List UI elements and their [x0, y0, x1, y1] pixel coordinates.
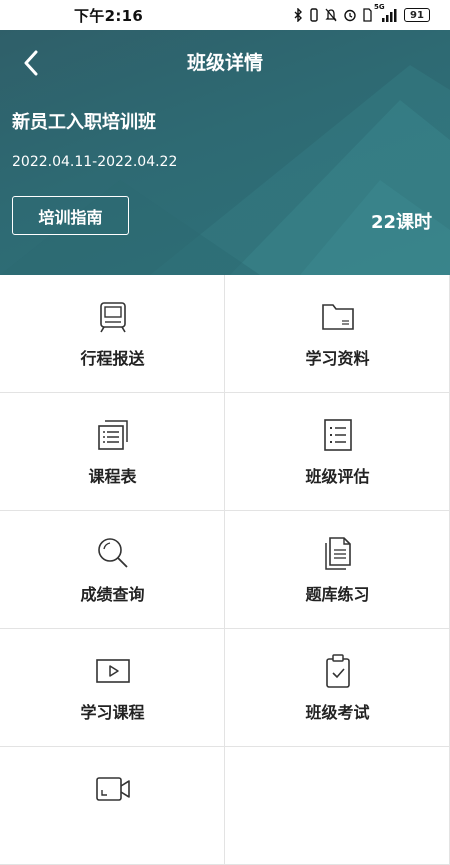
menu-item-study-materials[interactable]: 学习资料 [225, 275, 450, 393]
signal-icon: 5G [374, 3, 398, 22]
menu-item-label: 学习资料 [305, 349, 370, 368]
training-guide-button[interactable]: 培训指南 [12, 196, 129, 235]
class-hours: 22课时 [370, 212, 432, 233]
status-icons: 5G 91 [294, 3, 430, 22]
status-time: 下午2:16 [74, 6, 144, 25]
class-header-banner: 班级详情 新员工入职培训班 2022.04.11-2022.04.22 培训指南… [0, 30, 450, 275]
battery-level: 91 [410, 9, 424, 21]
folder-icon [321, 304, 354, 330]
menu-item-label: 班级评估 [305, 467, 370, 486]
clipboard-check-icon [325, 654, 350, 688]
page-title: 班级详情 [186, 52, 263, 74]
status-bar: 下午2:16 5G 91 [0, 0, 450, 30]
class-name: 新员工入职培训班 [12, 112, 156, 133]
alarm-icon [343, 8, 357, 22]
menu-item-itinerary-report[interactable]: 行程报送 [0, 275, 225, 393]
menu-item-class-exam[interactable]: 班级考试 [225, 629, 450, 747]
menu-item-label: 班级考试 [305, 703, 370, 722]
vibrate-icon [309, 8, 319, 22]
sim-icon [363, 8, 372, 22]
menu-item-study-courses[interactable]: 学习课程 [0, 629, 225, 747]
menu-item-course-schedule[interactable]: 课程表 [0, 393, 225, 511]
checklist-icon [323, 419, 352, 451]
menu-item-class-evaluation[interactable]: 班级评估 [225, 393, 450, 511]
feature-grid: 行程报送 学习资料 课程表 班级评估 成绩查询 题库练习 学习课程 班级考试 [0, 275, 450, 865]
document-stack-icon [324, 537, 351, 570]
schedule-icon [97, 420, 128, 450]
battery-icon: 91 [404, 8, 430, 22]
train-icon [99, 302, 126, 333]
menu-item-label: 题库练习 [305, 585, 370, 604]
class-date-range: 2022.04.11-2022.04.22 [12, 154, 178, 170]
magnifier-icon [97, 538, 128, 568]
menu-item-label: 学习课程 [80, 703, 145, 722]
menu-item-question-bank[interactable]: 题库练习 [225, 511, 450, 629]
menu-item-video-meeting[interactable] [0, 747, 225, 865]
menu-item-label: 行程报送 [80, 349, 145, 368]
network-type-label: 5G [374, 3, 385, 11]
bluetooth-icon [294, 8, 303, 22]
mute-icon [325, 8, 337, 22]
video-play-icon [95, 659, 130, 683]
menu-item-label: 成绩查询 [80, 585, 145, 604]
menu-item-score-query[interactable]: 成绩查询 [0, 511, 225, 629]
menu-item-empty [225, 747, 450, 865]
menu-item-label: 课程表 [88, 467, 137, 486]
